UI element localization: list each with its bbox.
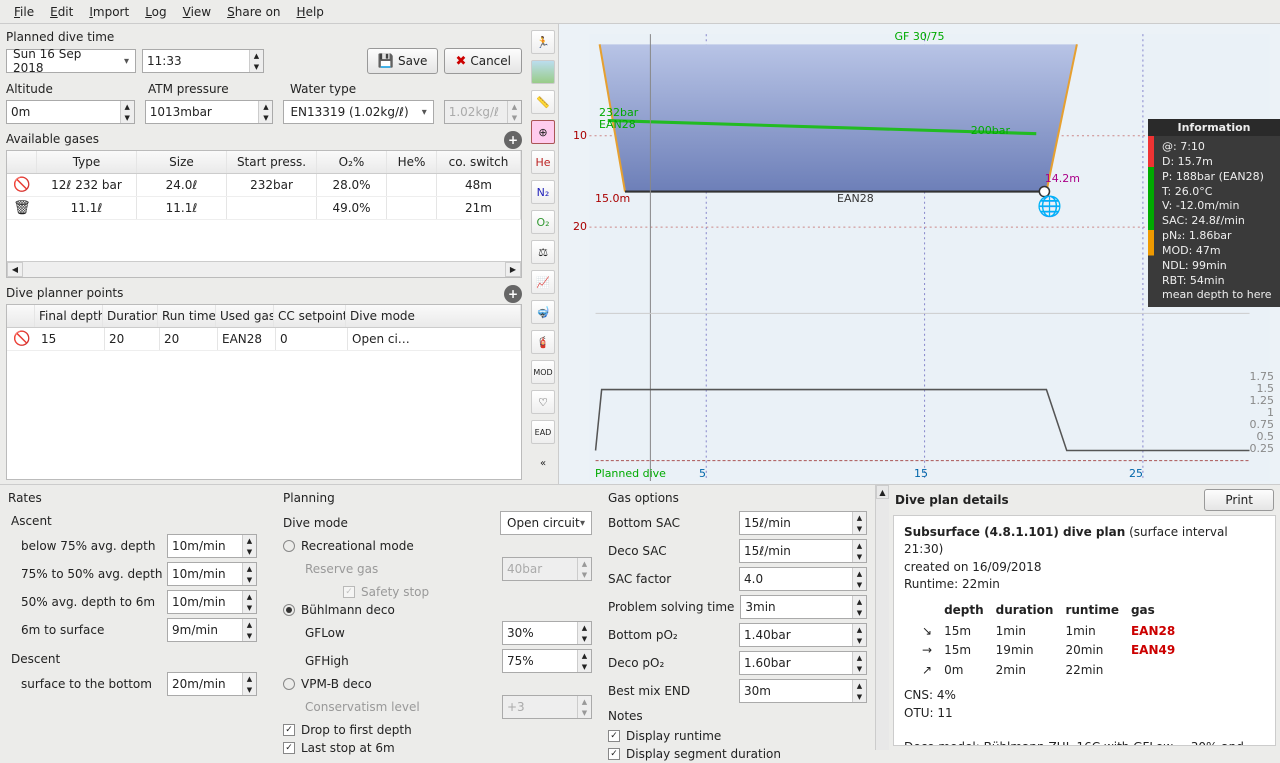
- reserve-gas-field: 40bar▲▼: [502, 557, 592, 581]
- plan-row: →15m19min20minEAN49: [922, 642, 1185, 659]
- altitude-label: Altitude: [6, 80, 138, 100]
- planning-panel: Planning Dive modeOpen circuit Recreatio…: [275, 485, 600, 750]
- collapse-icon[interactable]: «: [540, 458, 546, 469]
- left-panel: Planned dive time Sun 16 Sep 2018 11:33▲…: [0, 24, 528, 484]
- water-label: Water type: [290, 80, 522, 100]
- hscrollbar[interactable]: ◀▶: [7, 261, 521, 277]
- dive-mode-select[interactable]: Open circuit: [500, 511, 592, 535]
- delete-gas-icon[interactable]: 🗑: [7, 197, 37, 219]
- dpp-label: Dive planner points: [6, 284, 123, 304]
- gases-table: Type Size Start press. O₂% He% co. switc…: [6, 150, 522, 278]
- tool-scale-icon[interactable]: ⚖: [531, 240, 555, 264]
- last-stop-check[interactable]: Last stop at 6m: [283, 739, 592, 757]
- tool-compass-icon[interactable]: ⊕: [531, 120, 555, 144]
- buhlmann-radio[interactable]: Bühlmann deco: [283, 601, 592, 619]
- profile-toolbar: 🏃 📏 ⊕ He N₂ O₂ ⚖ 📈 🤿 🧯 MOD ♡ EAD «: [528, 24, 558, 484]
- end-field[interactable]: 30m▲▼: [739, 679, 867, 703]
- descent-field[interactable]: 20m/min▲▼: [167, 672, 257, 696]
- water-type-select[interactable]: EN13319 (1.02kg/ℓ): [283, 100, 433, 124]
- vpmb-radio[interactable]: VPM-B deco: [283, 675, 592, 693]
- cancel-icon: ✖: [455, 54, 466, 69]
- tool-tank-icon[interactable]: 🧯: [531, 330, 555, 354]
- print-button[interactable]: Print: [1204, 489, 1274, 511]
- delete-point-icon[interactable]: 🚫: [7, 328, 37, 350]
- atm-field[interactable]: 1013mbar▲▼: [145, 100, 274, 124]
- tool-gradient-icon[interactable]: [531, 60, 555, 84]
- tool-diver-icon[interactable]: 🤿: [531, 300, 555, 324]
- rate-field[interactable]: 10m/min▲▼: [167, 534, 257, 558]
- date-picker[interactable]: Sun 16 Sep 2018: [6, 49, 136, 73]
- tool-person-icon[interactable]: 🏃: [531, 30, 555, 54]
- sac-factor-field[interactable]: 4.0▲▼: [739, 567, 867, 591]
- rate-field[interactable]: 10m/min▲▼: [167, 590, 257, 614]
- col-start[interactable]: Start press.: [227, 151, 317, 173]
- deco-po2-field[interactable]: 1.60bar▲▼: [739, 651, 867, 675]
- options-scrollbar[interactable]: ▲: [875, 485, 889, 750]
- gas-row[interactable]: 🗑 11.1ℓ 11.1ℓ 49.0% 21m: [7, 197, 521, 220]
- conservatism-field: +3▲▼: [502, 695, 592, 719]
- tool-ruler-icon[interactable]: 📏: [531, 90, 555, 114]
- tool-n2-icon[interactable]: N₂: [531, 180, 555, 204]
- tool-ead-icon[interactable]: EAD: [531, 420, 555, 444]
- plan-details-body: Subsurface (4.8.1.101) dive plan (surfac…: [893, 515, 1276, 746]
- drop-first-check[interactable]: Drop to first depth: [283, 721, 592, 739]
- time-field[interactable]: 11:33▲▼: [142, 49, 264, 73]
- delete-gas-icon[interactable]: 🚫: [7, 174, 37, 196]
- display-runtime-check[interactable]: Display runtime: [608, 727, 867, 745]
- menu-help[interactable]: Help: [291, 3, 330, 21]
- display-segment-check[interactable]: Display segment duration: [608, 745, 867, 763]
- tool-graph-icon[interactable]: 📈: [531, 270, 555, 294]
- add-point-button[interactable]: +: [504, 285, 522, 303]
- gf-label: GF 30/75: [894, 30, 944, 43]
- col-he[interactable]: He%: [387, 151, 437, 173]
- menu-log[interactable]: Log: [139, 3, 172, 21]
- col-switch[interactable]: co. switch: [437, 151, 521, 173]
- menu-file[interactable]: File: [8, 3, 40, 21]
- gases-label: Available gases: [6, 130, 99, 150]
- save-button[interactable]: 💾Save: [367, 48, 439, 74]
- add-gas-button[interactable]: +: [504, 131, 522, 149]
- bottom-po2-field[interactable]: 1.40bar▲▼: [739, 623, 867, 647]
- rates-panel: Rates Ascent below 75% avg. depth10m/min…: [0, 485, 275, 750]
- tool-he-icon[interactable]: He: [531, 150, 555, 174]
- tool-hr-icon[interactable]: ♡: [531, 390, 555, 414]
- cancel-button[interactable]: ✖Cancel: [444, 48, 522, 74]
- pst-field[interactable]: 3min▲▼: [740, 595, 867, 619]
- plan-table: depthdurationruntimegas ↘15m1min1minEAN2…: [920, 600, 1187, 682]
- deco-sac-field[interactable]: 15ℓ/min▲▼: [739, 539, 867, 563]
- tool-mod-icon[interactable]: MOD: [531, 360, 555, 384]
- tool-o2-icon[interactable]: O₂: [531, 210, 555, 234]
- dive-profile[interactable]: GF 30/75 232bar EAN28 200bar 10 20 15.0m…: [558, 24, 1280, 484]
- col-type[interactable]: Type: [37, 151, 137, 173]
- plan-row: ↗0m2min22min: [922, 662, 1185, 679]
- rate-field[interactable]: 10m/min▲▼: [167, 562, 257, 586]
- gas-row[interactable]: 🚫 12ℓ 232 bar 24.0ℓ 232bar 28.0% 48m: [7, 174, 521, 197]
- diver-icon[interactable]: 🌐: [1037, 194, 1062, 218]
- menu-edit[interactable]: Edit: [44, 3, 79, 21]
- menubar: File Edit Import Log View Share on Help: [0, 0, 1280, 24]
- gas-options-panel: Gas options Bottom SAC15ℓ/min▲▼ Deco SAC…: [600, 485, 875, 750]
- plan-row: ↘15m1min1minEAN28: [922, 623, 1185, 640]
- dpp-table: Final depth Duration Run time Used gas C…: [6, 304, 522, 480]
- bottom-sac-field[interactable]: 15ℓ/min▲▼: [739, 511, 867, 535]
- col-size[interactable]: Size: [137, 151, 227, 173]
- rec-mode-radio[interactable]: Recreational mode: [283, 537, 592, 555]
- menu-import[interactable]: Import: [83, 3, 135, 21]
- planned-time-label: Planned dive time: [6, 28, 522, 48]
- water-density-field: 1.02kg/ℓ▲▼: [444, 100, 522, 124]
- atm-label: ATM pressure: [148, 80, 280, 100]
- menu-view[interactable]: View: [177, 3, 217, 21]
- plan-details-panel: Dive plan details Print Subsurface (4.8.…: [889, 485, 1280, 750]
- gflow-field[interactable]: 30%▲▼: [502, 621, 592, 645]
- menu-share[interactable]: Share on: [221, 3, 286, 21]
- col-o2[interactable]: O₂%: [317, 151, 387, 173]
- rate-field[interactable]: 9m/min▲▼: [167, 618, 257, 642]
- gfhigh-field[interactable]: 75%▲▼: [502, 649, 592, 673]
- info-tooltip: Information @: 7:10 D: 15.7m P: 188bar (…: [1148, 119, 1280, 307]
- dpp-row[interactable]: 🚫 15 20 20 EAN28 0 Open ci…: [7, 328, 521, 351]
- save-icon: 💾: [378, 54, 394, 69]
- altitude-field[interactable]: 0m▲▼: [6, 100, 135, 124]
